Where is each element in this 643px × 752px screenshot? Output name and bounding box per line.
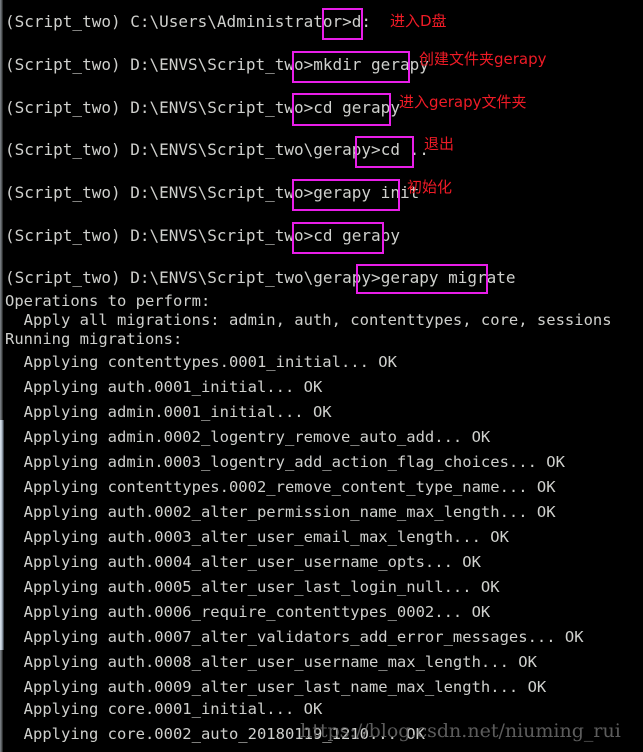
output-line-10: Applying auth.0002_alter_permission_name… bbox=[5, 503, 556, 521]
highlight-box-command-d[interactable] bbox=[322, 8, 363, 40]
highlight-box-command-mkdir-gerapy[interactable] bbox=[292, 51, 410, 83]
prompt-prefix-6: (Script_two) D:\ENVS\Script_two> bbox=[5, 226, 314, 245]
output-line-15: Applying auth.0007_alter_validators_add_… bbox=[5, 628, 584, 646]
output-line-1: Operations to perform: bbox=[5, 292, 211, 310]
highlight-box-command-cd-gerapy-2[interactable] bbox=[292, 222, 384, 254]
prompt-prefix-4: (Script_two) D:\ENVS\Script_two\gerapy> bbox=[5, 140, 381, 159]
output-line-7: Applying admin.0002_logentry_remove_auto… bbox=[5, 428, 491, 446]
output-line-14: Applying auth.0006_require_contenttypes_… bbox=[5, 603, 491, 621]
output-line-13: Applying auth.0005_alter_user_last_login… bbox=[5, 578, 500, 596]
annotation-exit: 退出 bbox=[424, 135, 455, 153]
output-line-9: Applying contenttypes.0002_remove_conten… bbox=[5, 478, 556, 496]
output-line-5: Applying auth.0001_initial... OK bbox=[5, 378, 323, 396]
output-line-16: Applying auth.0008_alter_user_username_m… bbox=[5, 653, 537, 671]
output-line-12: Applying auth.0004_alter_user_username_o… bbox=[5, 553, 481, 571]
output-line-8: Applying admin.0003_logentry_add_action_… bbox=[5, 453, 565, 471]
prompt-prefix-5: (Script_two) D:\ENVS\Script_two> bbox=[5, 183, 314, 202]
annotation-create-folder: 创建文件夹gerapy bbox=[419, 50, 547, 68]
prompt-prefix-7: (Script_two) D:\ENVS\Script_two\gerapy> bbox=[5, 268, 381, 287]
output-line-11: Applying auth.0003_alter_user_email_max_… bbox=[5, 528, 509, 546]
prompt-prefix-2: (Script_two) D:\ENVS\Script_two> bbox=[5, 55, 314, 74]
output-line-18: Applying core.0001_initial... OK bbox=[5, 700, 323, 718]
highlight-box-command-gerapy-migrate[interactable] bbox=[356, 264, 488, 294]
annotation-enter-gerapy-folder: 进入gerapy文件夹 bbox=[399, 93, 527, 111]
highlight-box-command-cd-gerapy-1[interactable] bbox=[292, 93, 391, 126]
window-left-highlight bbox=[0, 420, 4, 650]
annotation-initialize: 初始化 bbox=[407, 178, 453, 196]
prompt-prefix-1: (Script_two) C:\Users\Administrator> bbox=[5, 12, 352, 31]
prompt-prefix-3: (Script_two) D:\ENVS\Script_two> bbox=[5, 98, 314, 117]
terminal-window: (Script_two) C:\Users\Administrator>d: (… bbox=[0, 0, 643, 752]
highlight-box-command-cd-dotdot[interactable] bbox=[355, 136, 414, 168]
output-line-4: Applying contenttypes.0001_initial... OK bbox=[5, 353, 397, 371]
csdn-watermark: https://blog.csdn.net/niuming_rui bbox=[300, 720, 621, 742]
output-line-6: Applying admin.0001_initial... OK bbox=[5, 403, 332, 421]
output-line-17: Applying auth.0009_alter_user_last_name_… bbox=[5, 678, 547, 696]
highlight-box-command-gerapy-init[interactable] bbox=[292, 179, 400, 211]
annotation-enter-d-drive: 进入D盘 bbox=[390, 12, 447, 30]
prompt-line-1: (Script_two) C:\Users\Administrator>d: bbox=[5, 13, 371, 31]
output-line-2: Apply all migrations: admin, auth, conte… bbox=[5, 311, 612, 329]
output-line-3: Running migrations: bbox=[5, 330, 183, 348]
